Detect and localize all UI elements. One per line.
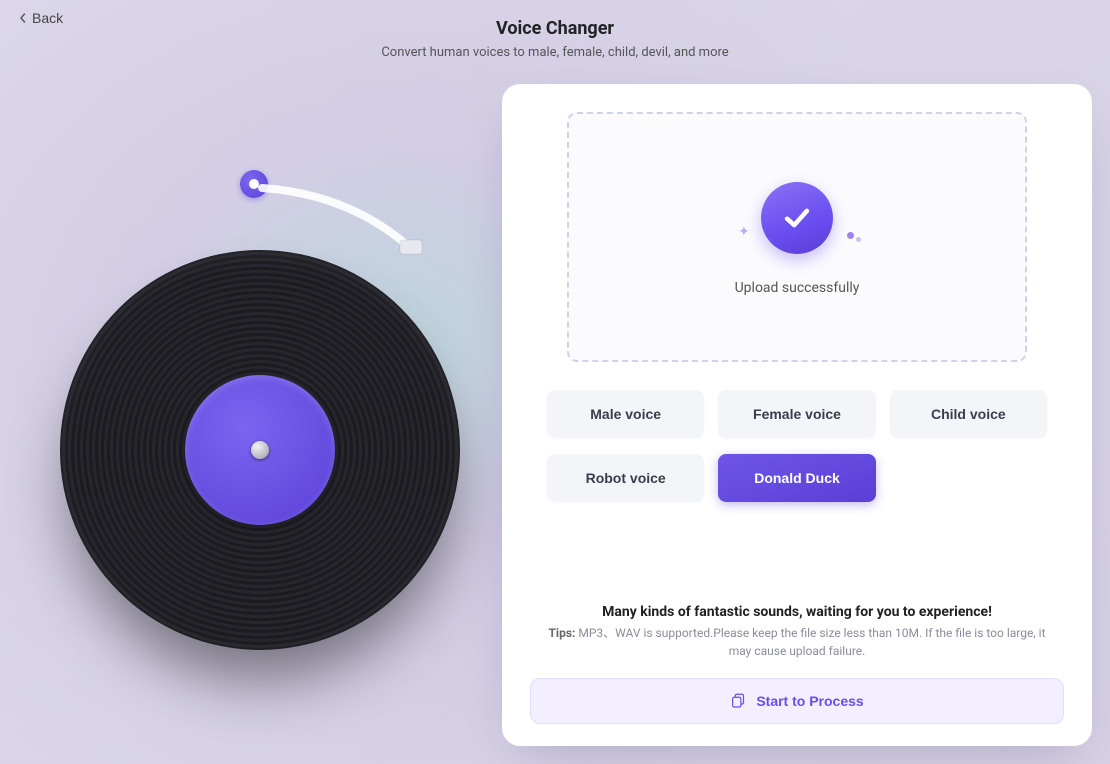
start-process-button[interactable]: Start to Process	[530, 678, 1064, 724]
back-button[interactable]: Back	[18, 10, 63, 26]
tips-body: MP3、WAV is supported.Please keep the fil…	[578, 626, 1045, 658]
voice-option-button[interactable]: Male voice	[547, 390, 704, 438]
promo-tips: Tips: MP3、WAV is supported.Please keep t…	[540, 624, 1054, 660]
voice-option-button[interactable]: Female voice	[718, 390, 875, 438]
voice-option-button[interactable]: Robot voice	[547, 454, 704, 502]
upload-status-text: Upload successfully	[735, 280, 860, 296]
voice-option-label: Donald Duck	[754, 470, 840, 486]
voice-option-label: Robot voice	[586, 470, 666, 486]
page-title: Voice Changer	[0, 18, 1110, 39]
main-panel: ✦ Upload successfully Male voice Female v…	[502, 84, 1092, 746]
page-header: Voice Changer Convert human voices to ma…	[0, 0, 1110, 60]
voice-option-label: Child voice	[931, 406, 1006, 422]
vinyl-record-icon	[60, 250, 460, 650]
upload-dropzone[interactable]: ✦ Upload successfully	[567, 112, 1027, 362]
tips-label: Tips:	[548, 626, 575, 640]
dot-icon	[847, 232, 854, 239]
sparkle-icon: ✦	[738, 224, 750, 240]
voice-option-label: Male voice	[590, 406, 661, 422]
promo-headline: Many kinds of fantastic sounds, waiting …	[540, 604, 1054, 620]
copy-icon	[730, 692, 748, 710]
vinyl-illustration	[60, 150, 480, 670]
voice-option-button[interactable]: Donald Duck	[718, 454, 875, 502]
page-subtitle: Convert human voices to male, female, ch…	[0, 45, 1110, 60]
promo-block: Many kinds of fantastic sounds, waiting …	[530, 604, 1064, 660]
back-label: Back	[32, 10, 63, 26]
upload-success-icon: ✦	[742, 178, 852, 258]
voice-option-button[interactable]: Child voice	[890, 390, 1047, 438]
chevron-left-icon	[18, 13, 28, 23]
voice-options-grid: Male voice Female voice Child voice Robot v…	[547, 390, 1047, 502]
voice-option-label: Female voice	[753, 406, 841, 422]
process-label: Start to Process	[756, 693, 863, 709]
check-icon	[780, 201, 814, 235]
